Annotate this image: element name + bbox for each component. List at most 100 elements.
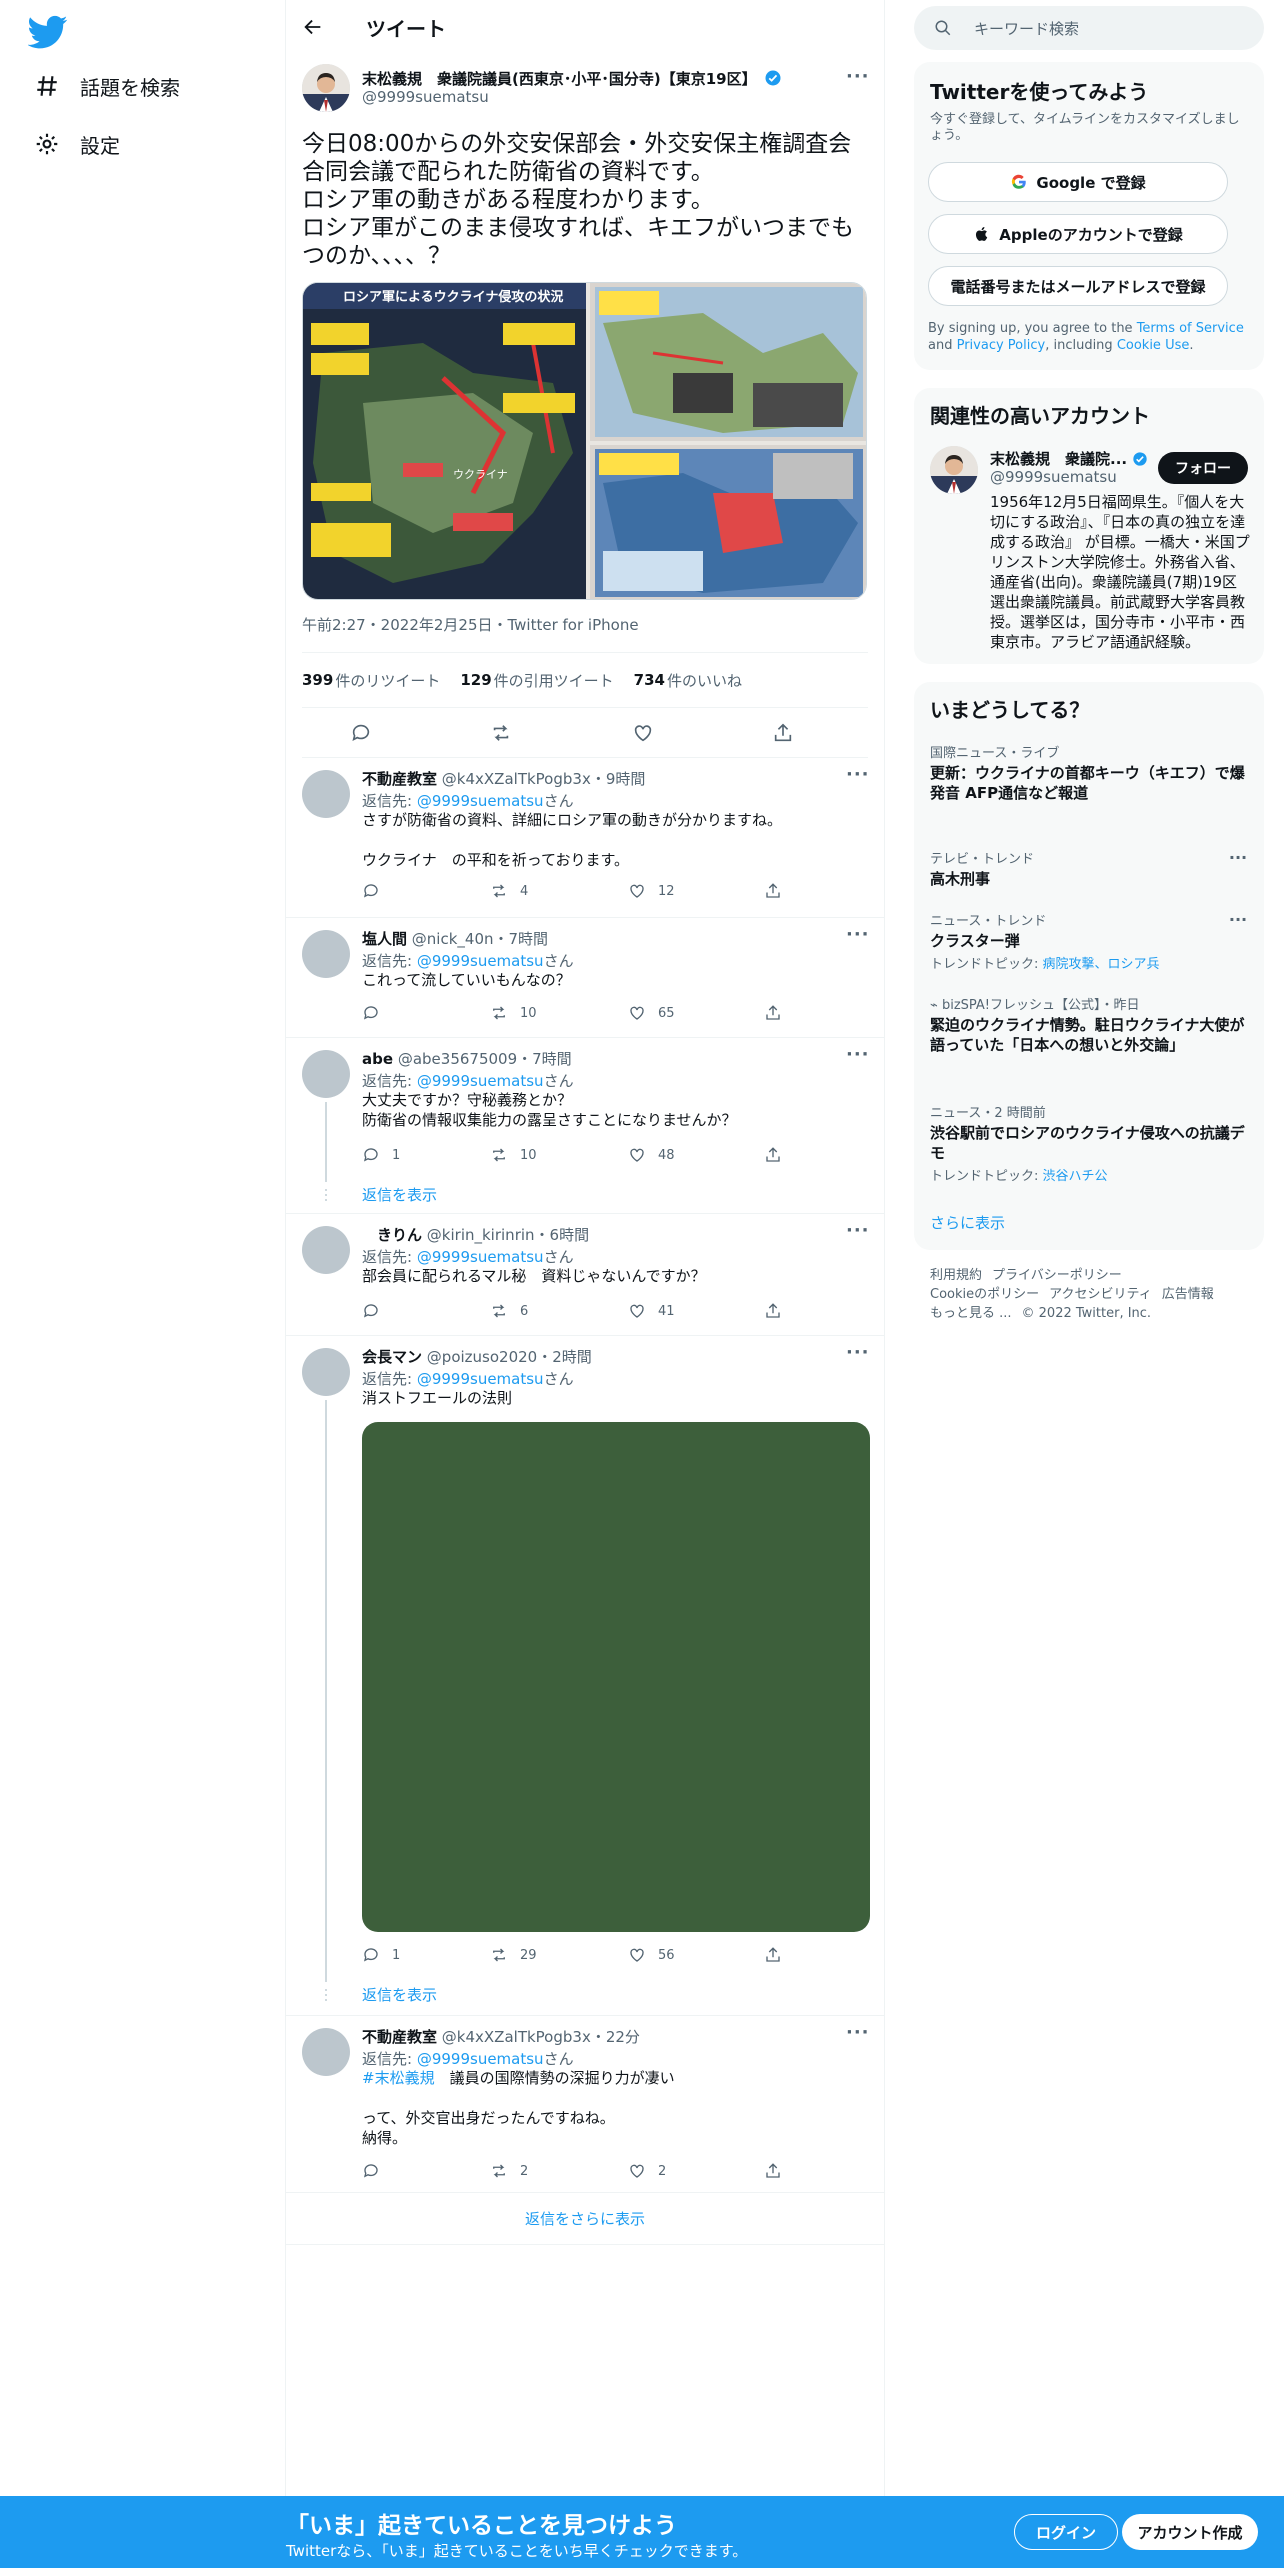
reply-author-handle[interactable]: @k4xXZalTkPogb3x: [442, 2028, 591, 2046]
reply-tweet[interactable]: ··· 会長マン @poizuso2020・2時間 返信先: @9999suem…: [286, 1336, 884, 2016]
back-arrow-icon[interactable]: [302, 16, 324, 38]
author-handle[interactable]: @9999suematsu: [362, 88, 489, 106]
reply-author-name[interactable]: 塩人間: [362, 930, 407, 948]
reply-time[interactable]: ・7時間: [517, 1050, 572, 1068]
reply-button[interactable]: [362, 1004, 392, 1022]
follow-button[interactable]: フォロー: [1158, 452, 1248, 484]
like-button[interactable]: 48: [628, 1146, 675, 1164]
like-button[interactable]: 2: [628, 2162, 666, 2180]
reply-author-handle[interactable]: @nick_40n: [412, 930, 494, 948]
trend-topic-links[interactable]: 渋谷ハチ公: [1043, 1169, 1108, 1184]
reply-avatar[interactable]: [302, 1226, 350, 1274]
footer-cookie-link[interactable]: Cookieのポリシー: [930, 1287, 1039, 1302]
reply-button[interactable]: [362, 882, 392, 900]
more-options-icon[interactable]: ···: [846, 1222, 869, 1246]
quote-label[interactable]: 件の引用ツイート: [494, 670, 614, 691]
share-button[interactable]: [764, 882, 794, 900]
share-button[interactable]: [764, 1146, 794, 1164]
trend-item[interactable]: ニュース・2 時間前 渋谷駅前でロシアのウクライナ侵攻への抗議デモ トレンドトピ…: [930, 1102, 1250, 1184]
retweet-button[interactable]: 10: [490, 1004, 537, 1022]
reply-time[interactable]: ・7時間: [494, 930, 549, 948]
reply-tweet[interactable]: ··· きりん @kirin_kirinrin・6時間 返信先: @9999su…: [286, 1214, 884, 1336]
more-options-icon[interactable]: ···: [846, 926, 869, 950]
reply-avatar[interactable]: [302, 1348, 350, 1396]
related-account-name[interactable]: 末松義規 衆議院...: [990, 448, 1148, 469]
footer-accessibility-link[interactable]: アクセシビリティ: [1049, 1287, 1152, 1302]
trend-item[interactable]: 国際ニュース・ライブ 更新：ウクライナの首都キーウ（キエフ）で爆発音 AFP通信…: [930, 742, 1250, 803]
retweet-label[interactable]: 件のリツイート: [335, 670, 440, 691]
quote-count[interactable]: 129: [460, 671, 491, 689]
reply-icon[interactable]: [350, 722, 372, 744]
trend-item[interactable]: ⌁ bizSPA!フレッシュ【公式】・昨日 緊迫のウクライナ情勢。駐日ウクライナ…: [930, 994, 1250, 1055]
more-options-icon[interactable]: ···: [846, 1046, 869, 1070]
reply-author-handle[interactable]: @k4xXZalTkPogb3x: [442, 770, 591, 788]
reply-to-handle[interactable]: @9999suematsu: [417, 1248, 544, 1266]
reply-author-handle[interactable]: @poizuso2020: [427, 1348, 537, 1366]
like-button[interactable]: 65: [628, 1004, 675, 1022]
like-button[interactable]: 12: [628, 882, 675, 900]
reply-author-name[interactable]: abe: [362, 1050, 393, 1068]
tweet-timestamp[interactable]: 午前2:27・2022年2月25日・Twitter for iPhone: [302, 614, 639, 635]
cookie-link[interactable]: Cookie Use: [1117, 338, 1190, 353]
reply-author-name[interactable]: 不動産教室: [362, 770, 437, 788]
reply-tweet[interactable]: ··· 不動産教室 @k4xXZalTkPogb3x・22分 返信先: @999…: [286, 2016, 884, 2193]
reply-avatar[interactable]: [302, 2028, 350, 2076]
retweet-count[interactable]: 399: [302, 671, 333, 689]
author-avatar[interactable]: [302, 64, 350, 112]
retweet-button[interactable]: 29: [490, 1946, 537, 1964]
more-options-icon[interactable]: ···: [846, 1344, 869, 1368]
more-options-icon[interactable]: ···: [1226, 848, 1250, 867]
reply-avatar[interactable]: [302, 770, 350, 818]
reply-to-handle[interactable]: @9999suematsu: [417, 952, 544, 970]
phone-email-signup-button[interactable]: 電話番号またはメールアドレスで登録: [928, 266, 1228, 306]
show-replies-link[interactable]: 返信を表示: [362, 1984, 437, 2005]
reply-avatar[interactable]: [302, 930, 350, 978]
share-button[interactable]: [764, 1946, 794, 1964]
reply-time[interactable]: ・9時間: [591, 770, 646, 788]
trend-item[interactable]: ··· テレビ・トレンド 高木刑事: [930, 848, 1250, 889]
reply-author-name[interactable]: 不動産教室: [362, 2028, 437, 2046]
reply-to-handle[interactable]: @9999suematsu: [417, 2050, 544, 2068]
like-button[interactable]: 41: [628, 1302, 675, 1320]
more-options-icon[interactable]: ···: [846, 2024, 869, 2048]
tweet-media[interactable]: ロシア軍によるウクライナ侵攻の状況 ウクライナ: [302, 282, 867, 600]
reply-time[interactable]: ・2時間: [537, 1348, 592, 1366]
reply-author-name[interactable]: きりん: [362, 1226, 422, 1244]
reply-button[interactable]: 1: [362, 1946, 400, 1964]
more-options-icon[interactable]: ···: [846, 68, 869, 92]
terms-link[interactable]: Terms of Service: [1137, 321, 1244, 336]
reply-button[interactable]: [362, 1302, 392, 1320]
retweet-button[interactable]: 10: [490, 1146, 537, 1164]
author-name[interactable]: 末松義規 衆議院議員(西東京･小平･国分寺)【東京19区】: [362, 68, 782, 89]
nav-explore[interactable]: 話題を検索: [34, 66, 180, 106]
reply-button[interactable]: 1: [362, 1146, 400, 1164]
create-account-button[interactable]: アカウント作成: [1122, 2514, 1258, 2550]
reply-button[interactable]: [362, 2162, 392, 2180]
footer-terms-link[interactable]: 利用規約: [930, 1268, 982, 1283]
retweet-button[interactable]: 6: [490, 1302, 528, 1320]
privacy-link[interactable]: Privacy Policy: [957, 338, 1046, 353]
share-button[interactable]: [764, 1004, 794, 1022]
related-account-avatar[interactable]: [930, 446, 978, 494]
reply-time[interactable]: ・6時間: [535, 1226, 590, 1244]
reply-to-handle[interactable]: @9999suematsu: [417, 792, 544, 810]
search-input[interactable]: キーワード検索: [914, 6, 1264, 50]
retweet-icon[interactable]: [490, 722, 512, 744]
reply-time[interactable]: ・22分: [591, 2028, 640, 2046]
footer-privacy-link[interactable]: プライバシーポリシー: [992, 1268, 1122, 1283]
reply-author-handle[interactable]: @kirin_kirinrin: [427, 1226, 535, 1244]
show-more-trends-link[interactable]: さらに表示: [930, 1212, 1005, 1233]
google-signup-button[interactable]: Google で登録: [928, 162, 1228, 202]
share-button[interactable]: [764, 1302, 794, 1320]
reply-author-handle[interactable]: @abe35675009: [398, 1050, 517, 1068]
reply-media[interactable]: [362, 1422, 870, 1932]
apple-signup-button[interactable]: Appleのアカウントで登録: [928, 214, 1228, 254]
reply-to-handle[interactable]: @9999suematsu: [417, 1072, 544, 1090]
more-options-icon[interactable]: ···: [846, 766, 869, 790]
related-account-handle[interactable]: @9999suematsu: [990, 468, 1117, 486]
login-button[interactable]: ログイン: [1014, 2514, 1118, 2550]
trend-topic-links[interactable]: 病院攻撃、ロシア兵: [1043, 957, 1160, 972]
like-icon[interactable]: [632, 722, 654, 744]
like-button[interactable]: 56: [628, 1946, 675, 1964]
like-label[interactable]: 件のいいね: [667, 670, 742, 691]
